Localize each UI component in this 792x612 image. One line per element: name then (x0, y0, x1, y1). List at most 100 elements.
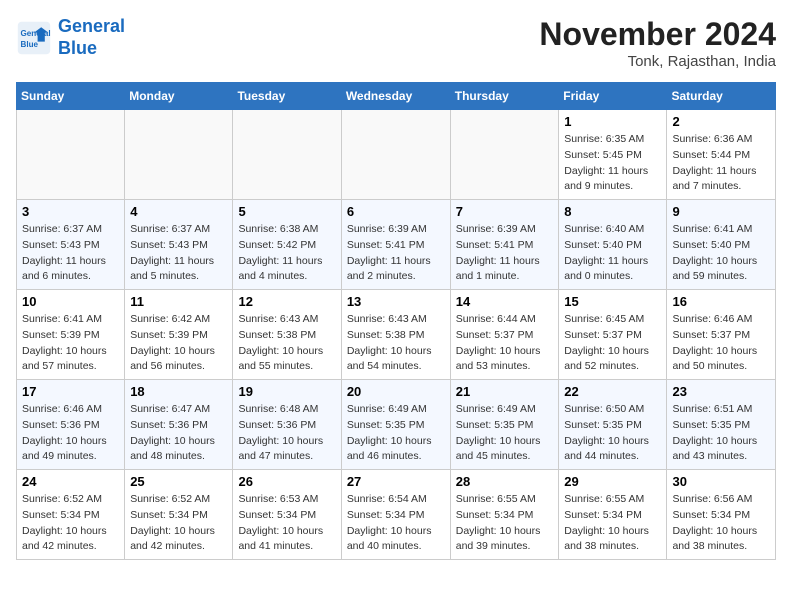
day-cell: 25Sunrise: 6:52 AM Sunset: 5:34 PM Dayli… (125, 470, 233, 560)
logo-line1: General (58, 16, 125, 36)
day-detail: Sunrise: 6:41 AM Sunset: 5:40 PM Dayligh… (672, 222, 770, 285)
logo: General Blue General Blue (16, 16, 125, 59)
day-cell: 18 Sunrise: 6:47 AM Sunset: 5:36 PM Dayli… (125, 380, 233, 470)
day-number: 15 (564, 294, 661, 309)
day-number: 9 (672, 204, 770, 219)
day-cell: 10 Sunrise: 6:41 AM Sunset: 5:39 PM Dayli… (17, 290, 125, 380)
day-number: 14 (456, 294, 554, 309)
day-cell: 2 Sunrise: 6:36 AM Sunset: 5:44 PM Daylig… (667, 110, 776, 200)
day-detail: Sunrise: 6:49 AM Sunset: 5:35 PM Dayligh… (456, 402, 554, 465)
day-detail: Sunrise: 6:39 AM Sunset: 5:41 PM Dayligh… (347, 222, 445, 285)
day-detail: Sunrise: 6:54 AM Sunset: 5:34 PM Dayligh… (347, 492, 445, 555)
day-cell (125, 110, 233, 200)
day-number: 20 (347, 384, 445, 399)
day-number: 12 (238, 294, 335, 309)
title-block: November 2024 Tonk, Rajasthan, India (539, 16, 776, 70)
weekday-header-thursday: Thursday (450, 83, 559, 110)
logo-icon: General Blue (16, 20, 52, 56)
day-number: 10 (22, 294, 119, 309)
day-cell: 11Sunrise: 6:42 AM Sunset: 5:39 PM Dayli… (125, 290, 233, 380)
day-cell (341, 110, 450, 200)
day-cell: 23 Sunrise: 6:51 AM Sunset: 5:35 PM Dayli… (667, 380, 776, 470)
page-header: General Blue General Blue November 2024 … (16, 16, 776, 70)
day-number: 29 (564, 474, 661, 489)
day-cell (233, 110, 341, 200)
day-cell: 3 Sunrise: 6:37 AM Sunset: 5:43 PM Daylig… (17, 200, 125, 290)
day-cell: 30 Sunrise: 6:56 AM Sunset: 5:34 PM Dayli… (667, 470, 776, 560)
day-number: 27 (347, 474, 445, 489)
svg-text:General: General (21, 29, 51, 38)
day-number: 2 (672, 114, 770, 129)
day-number: 24 (22, 474, 119, 489)
day-number: 28 (456, 474, 554, 489)
day-detail: Sunrise: 6:43 AM Sunset: 5:38 PM Dayligh… (347, 312, 445, 375)
logo-line2: Blue (58, 38, 97, 58)
day-detail: Sunrise: 6:55 AM Sunset: 5:34 PM Dayligh… (564, 492, 661, 555)
weekday-header-monday: Monday (125, 83, 233, 110)
day-cell: 13 Sunrise: 6:43 AM Sunset: 5:38 PM Dayli… (341, 290, 450, 380)
day-detail: Sunrise: 6:41 AM Sunset: 5:39 PM Dayligh… (22, 312, 119, 375)
day-cell: 5 Sunrise: 6:38 AM Sunset: 5:42 PM Daylig… (233, 200, 341, 290)
day-detail: Sunrise: 6:37 AM Sunset: 5:43 PM Dayligh… (130, 222, 227, 285)
day-number: 5 (238, 204, 335, 219)
location-subtitle: Tonk, Rajasthan, India (539, 53, 776, 70)
day-detail: Sunrise: 6:39 AM Sunset: 5:41 PM Dayligh… (456, 222, 554, 285)
week-row-2: 3 Sunrise: 6:37 AM Sunset: 5:43 PM Daylig… (17, 200, 776, 290)
svg-text:Blue: Blue (21, 40, 39, 49)
weekday-header-tuesday: Tuesday (233, 83, 341, 110)
day-number: 18 (130, 384, 227, 399)
day-cell: 24Sunrise: 6:52 AM Sunset: 5:34 PM Dayli… (17, 470, 125, 560)
month-title: November 2024 (539, 16, 776, 53)
day-cell: 19Sunrise: 6:48 AM Sunset: 5:36 PM Dayli… (233, 380, 341, 470)
day-cell: 14 Sunrise: 6:44 AM Sunset: 5:37 PM Dayli… (450, 290, 559, 380)
week-row-4: 17Sunrise: 6:46 AM Sunset: 5:36 PM Dayli… (17, 380, 776, 470)
day-number: 21 (456, 384, 554, 399)
day-detail: Sunrise: 6:49 AM Sunset: 5:35 PM Dayligh… (347, 402, 445, 465)
day-cell: 8 Sunrise: 6:40 AM Sunset: 5:40 PM Daylig… (559, 200, 667, 290)
day-number: 7 (456, 204, 554, 219)
day-detail: Sunrise: 6:44 AM Sunset: 5:37 PM Dayligh… (456, 312, 554, 375)
day-number: 30 (672, 474, 770, 489)
day-cell: 29 Sunrise: 6:55 AM Sunset: 5:34 PM Dayli… (559, 470, 667, 560)
day-detail: Sunrise: 6:36 AM Sunset: 5:44 PM Dayligh… (672, 132, 770, 195)
day-cell: 28 Sunrise: 6:55 AM Sunset: 5:34 PM Dayli… (450, 470, 559, 560)
day-number: 23 (672, 384, 770, 399)
day-detail: Sunrise: 6:56 AM Sunset: 5:34 PM Dayligh… (672, 492, 770, 555)
day-detail: Sunrise: 6:51 AM Sunset: 5:35 PM Dayligh… (672, 402, 770, 465)
day-cell: 15Sunrise: 6:45 AM Sunset: 5:37 PM Dayli… (559, 290, 667, 380)
day-cell (450, 110, 559, 200)
day-cell: 20 Sunrise: 6:49 AM Sunset: 5:35 PM Dayli… (341, 380, 450, 470)
day-cell (17, 110, 125, 200)
day-number: 8 (564, 204, 661, 219)
day-detail: Sunrise: 6:46 AM Sunset: 5:36 PM Dayligh… (22, 402, 119, 465)
day-cell: 17Sunrise: 6:46 AM Sunset: 5:36 PM Dayli… (17, 380, 125, 470)
day-number: 3 (22, 204, 119, 219)
day-detail: Sunrise: 6:55 AM Sunset: 5:34 PM Dayligh… (456, 492, 554, 555)
day-number: 13 (347, 294, 445, 309)
day-cell: 12 Sunrise: 6:43 AM Sunset: 5:38 PM Dayli… (233, 290, 341, 380)
weekday-header-wednesday: Wednesday (341, 83, 450, 110)
day-detail: Sunrise: 6:40 AM Sunset: 5:40 PM Dayligh… (564, 222, 661, 285)
day-detail: Sunrise: 6:43 AM Sunset: 5:38 PM Dayligh… (238, 312, 335, 375)
day-detail: Sunrise: 6:35 AM Sunset: 5:45 PM Dayligh… (564, 132, 661, 195)
day-cell: 1Sunrise: 6:35 AM Sunset: 5:45 PM Daylig… (559, 110, 667, 200)
weekday-header-row: SundayMondayTuesdayWednesdayThursdayFrid… (17, 83, 776, 110)
day-cell: 26Sunrise: 6:53 AM Sunset: 5:34 PM Dayli… (233, 470, 341, 560)
day-detail: Sunrise: 6:37 AM Sunset: 5:43 PM Dayligh… (22, 222, 119, 285)
day-number: 16 (672, 294, 770, 309)
day-detail: Sunrise: 6:38 AM Sunset: 5:42 PM Dayligh… (238, 222, 335, 285)
week-row-5: 24Sunrise: 6:52 AM Sunset: 5:34 PM Dayli… (17, 470, 776, 560)
day-detail: Sunrise: 6:53 AM Sunset: 5:34 PM Dayligh… (238, 492, 335, 555)
day-number: 22 (564, 384, 661, 399)
weekday-header-saturday: Saturday (667, 83, 776, 110)
day-detail: Sunrise: 6:46 AM Sunset: 5:37 PM Dayligh… (672, 312, 770, 375)
day-number: 11 (130, 294, 227, 309)
weekday-header-friday: Friday (559, 83, 667, 110)
calendar-table: SundayMondayTuesdayWednesdayThursdayFrid… (16, 82, 776, 560)
day-cell: 7 Sunrise: 6:39 AM Sunset: 5:41 PM Daylig… (450, 200, 559, 290)
weekday-header-sunday: Sunday (17, 83, 125, 110)
day-detail: Sunrise: 6:48 AM Sunset: 5:36 PM Dayligh… (238, 402, 335, 465)
week-row-3: 10 Sunrise: 6:41 AM Sunset: 5:39 PM Dayli… (17, 290, 776, 380)
day-detail: Sunrise: 6:47 AM Sunset: 5:36 PM Dayligh… (130, 402, 227, 465)
day-cell: 6Sunrise: 6:39 AM Sunset: 5:41 PM Daylig… (341, 200, 450, 290)
